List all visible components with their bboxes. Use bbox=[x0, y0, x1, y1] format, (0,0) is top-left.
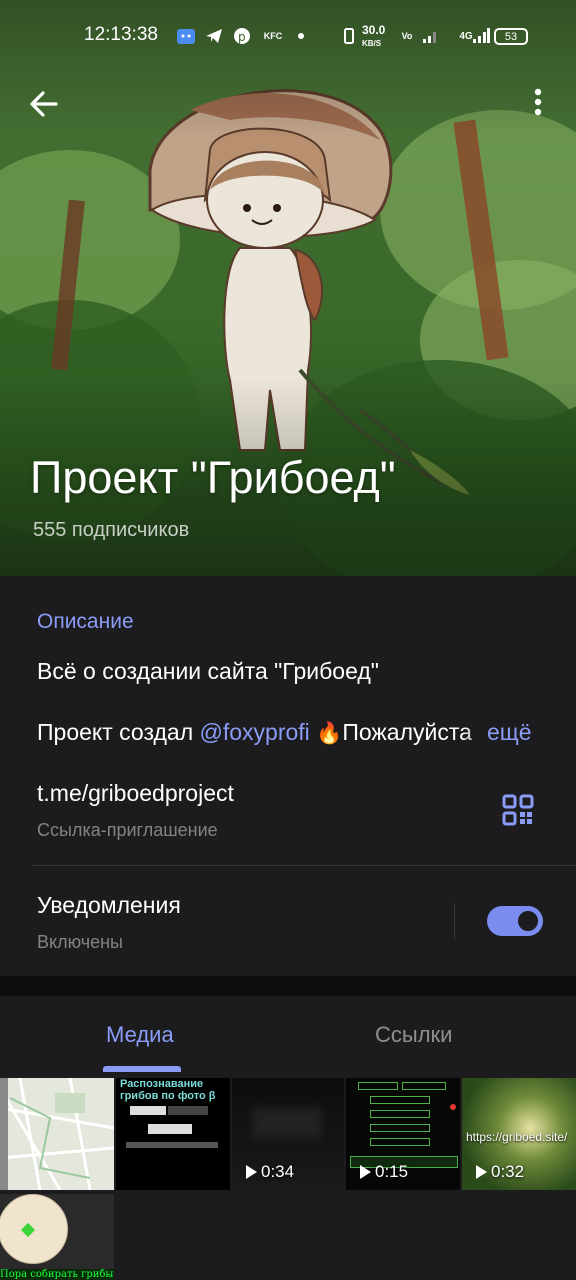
arrow-left-icon bbox=[30, 91, 58, 117]
invite-link-caption: Ссылка-приглашение bbox=[37, 820, 218, 840]
notifications-status: Включены bbox=[37, 932, 123, 952]
mushroom-illustration bbox=[0, 1194, 68, 1264]
divider bbox=[32, 865, 576, 866]
status-bar: 12:13:38 p KFC 30.0 KB/S Vo 4G 53 bbox=[0, 14, 576, 58]
kfc-icon: KFC bbox=[263, 31, 283, 41]
toggle-knob bbox=[515, 908, 541, 934]
qr-code-icon bbox=[502, 794, 534, 826]
description-rest: Пожалуйста bbox=[342, 719, 472, 745]
subscriber-count: 555 подписчиков bbox=[33, 519, 190, 541]
net-speed: 30.0 KB/S bbox=[362, 24, 385, 50]
telegram-icon bbox=[204, 26, 224, 46]
video-duration: 0:34 bbox=[246, 1162, 294, 1182]
media-tabs: Медиа Ссылки bbox=[0, 996, 576, 1072]
media-thumbnail[interactable] bbox=[0, 1078, 114, 1190]
vibrate-icon bbox=[342, 26, 356, 46]
active-tab-indicator bbox=[103, 1066, 181, 1072]
media-grid: Распознавание грибов по фото β 0:34 0:15… bbox=[0, 1076, 576, 1280]
description-label: Описание bbox=[37, 610, 134, 633]
notifications-toggle[interactable] bbox=[487, 906, 543, 936]
tab-media[interactable]: Медиа bbox=[106, 1022, 174, 1048]
duration-text: 0:15 bbox=[375, 1162, 409, 1181]
svg-text:p: p bbox=[238, 30, 246, 44]
video-thumbnail[interactable]: 0:34 bbox=[232, 1078, 344, 1190]
show-more-link[interactable]: ещё bbox=[465, 719, 532, 746]
net-speed-value: 30.0 bbox=[362, 23, 386, 37]
screenshot-title: Распознавание грибов по фото β bbox=[120, 1078, 216, 1102]
channel-info-card: Описание Всё о создании сайта "Грибоед" … bbox=[0, 576, 576, 976]
tab-links[interactable]: Ссылки bbox=[375, 1022, 452, 1048]
video-duration: 0:32 bbox=[476, 1162, 524, 1182]
more-menu-button[interactable] bbox=[526, 86, 550, 120]
status-time: 12:13:38 bbox=[84, 24, 158, 45]
media-thumbnail[interactable]: Пора собирать грибы! Из bbox=[0, 1194, 114, 1280]
duration-text: 0:34 bbox=[261, 1162, 295, 1181]
map-thumbnail bbox=[0, 1078, 114, 1190]
dot-icon bbox=[296, 26, 306, 46]
fire-emoji: 🔥 bbox=[316, 722, 343, 745]
play-icon bbox=[246, 1165, 257, 1179]
volte-icon: Vo bbox=[401, 31, 413, 41]
signal-icon bbox=[422, 26, 440, 46]
battery-indicator: 53 bbox=[494, 28, 528, 45]
site-label: https://griboed.site/ bbox=[466, 1130, 568, 1144]
signal-strength-icon bbox=[472, 26, 490, 46]
section-gap bbox=[0, 976, 576, 996]
video-duration: 0:15 bbox=[360, 1162, 408, 1182]
vertical-separator bbox=[454, 903, 455, 939]
description-line-1: Всё о создании сайта "Грибоед" bbox=[37, 658, 379, 684]
more-vertical-icon bbox=[534, 88, 542, 116]
mention-link[interactable]: @foxyprofi bbox=[200, 719, 310, 745]
duration-text: 0:32 bbox=[491, 1162, 525, 1181]
qr-code-button[interactable] bbox=[502, 794, 534, 826]
back-button[interactable] bbox=[26, 86, 62, 122]
notifications-label[interactable]: Уведомления bbox=[37, 892, 181, 919]
video-thumbnail[interactable]: 0:15 bbox=[346, 1078, 460, 1190]
play-icon bbox=[360, 1165, 371, 1179]
media-caption: Пора собирать грибы! Из bbox=[0, 1269, 114, 1280]
play-icon bbox=[476, 1165, 487, 1179]
invite-link[interactable]: t.me/griboedproject bbox=[37, 780, 234, 807]
video-thumbnail[interactable]: https://griboed.site/ 0:32 bbox=[462, 1078, 576, 1190]
media-thumbnail[interactable]: Распознавание грибов по фото β bbox=[116, 1078, 230, 1190]
pinterest-icon: p bbox=[232, 26, 252, 46]
channel-title: Проект "Грибоед" bbox=[30, 452, 396, 503]
net-speed-unit: KB/S bbox=[362, 39, 382, 48]
android-icon bbox=[176, 26, 196, 46]
description-prefix: Проект создал bbox=[37, 719, 200, 745]
